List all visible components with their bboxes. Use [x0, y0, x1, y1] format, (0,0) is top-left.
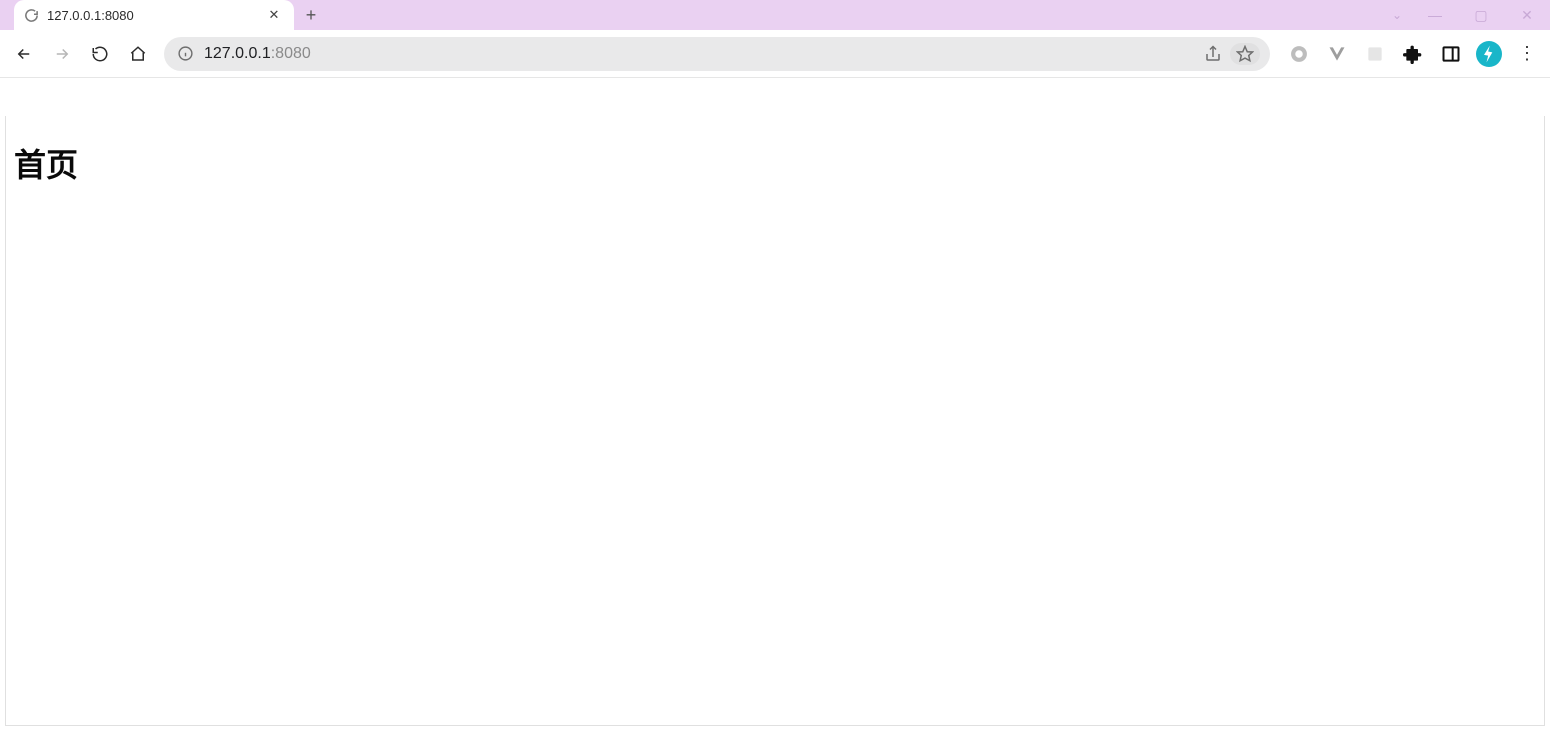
share-icon[interactable] [1200, 41, 1226, 67]
home-button[interactable] [120, 38, 156, 70]
url-text[interactable]: 127.0.0.1:8080 [204, 45, 1192, 63]
bookmark-star-icon[interactable] [1230, 43, 1260, 65]
profile-avatar[interactable] [1472, 38, 1506, 70]
forward-button[interactable] [44, 38, 80, 70]
browser-menu-button[interactable]: ⋮ [1510, 38, 1544, 70]
window-titlebar: 127.0.0.1:8080 ✕ + ⌄ — ▢ ✕ [0, 0, 1550, 30]
side-panel-icon[interactable] [1434, 38, 1468, 70]
loading-spinner-icon [24, 8, 39, 23]
extensions-icon[interactable] [1396, 38, 1430, 70]
active-tab[interactable]: 127.0.0.1:8080 ✕ [14, 0, 294, 30]
page-viewport: 首页 [5, 116, 1545, 726]
address-bar[interactable]: 127.0.0.1:8080 [164, 37, 1270, 71]
url-port: :8080 [271, 45, 311, 63]
back-button[interactable] [6, 38, 42, 70]
new-tab-button[interactable]: + [294, 0, 328, 30]
window-controls: ⌄ — ▢ ✕ [1382, 0, 1550, 30]
extension-vue-icon[interactable] [1320, 38, 1354, 70]
extension-texture-icon[interactable] [1358, 38, 1392, 70]
tab-strip: 127.0.0.1:8080 ✕ + [0, 0, 328, 30]
tab-title: 127.0.0.1:8080 [47, 8, 256, 23]
extensions-area: ⋮ [1278, 38, 1544, 70]
page-heading: 首页 [14, 140, 78, 186]
tab-search-button[interactable]: ⌄ [1382, 8, 1412, 22]
omnibox-actions [1200, 41, 1260, 67]
window-close-button[interactable]: ✕ [1504, 0, 1550, 30]
window-minimize-button[interactable]: — [1412, 0, 1458, 30]
window-maximize-button[interactable]: ▢ [1458, 0, 1504, 30]
tab-close-button[interactable]: ✕ [264, 5, 284, 25]
url-host: 127.0.0.1 [204, 45, 271, 63]
browser-toolbar: 127.0.0.1:8080 [0, 30, 1550, 78]
page-content: 首页 [6, 116, 86, 210]
reload-button[interactable] [82, 38, 118, 70]
site-info-icon[interactable] [174, 43, 196, 65]
extension-circle-icon[interactable] [1282, 38, 1316, 70]
avatar-icon [1476, 41, 1502, 67]
